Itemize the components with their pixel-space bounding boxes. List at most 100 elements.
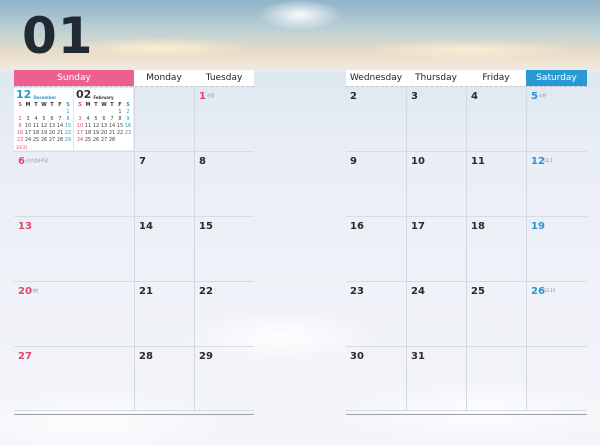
day-cell[interactable]: 12 12.1 (527, 152, 587, 217)
mini-day: 22 (64, 130, 72, 136)
mini-day: 4 (86, 116, 90, 122)
day-cell[interactable]: 16 (346, 217, 406, 282)
mini-day (24, 109, 32, 116)
day-column-monday: 7 14 21 28 (134, 87, 194, 411)
mini-day: 19 (92, 130, 100, 136)
mini-day: 17 (76, 130, 84, 136)
day-column-friday: 4 11 18 25 (466, 87, 526, 411)
left-bottom-rule (14, 414, 254, 415)
mini-day: 5 (42, 116, 46, 122)
day-cell[interactable]: 18 (467, 217, 526, 282)
day-cell[interactable]: 23 (346, 282, 406, 347)
day-cell[interactable]: 30 (346, 347, 406, 411)
day-cell[interactable]: 5 소한 (527, 87, 587, 152)
mini-day (124, 137, 132, 144)
mini-day: 3 (78, 116, 82, 122)
day-cell[interactable]: 12 December S M T W T F S 1 2 3 4 5 6 7 8 9 10 11 12 13 14 15 16… (14, 87, 134, 152)
mini-month-name: December (33, 95, 57, 100)
day-cell[interactable] (527, 347, 587, 411)
day-number: 18 (471, 221, 485, 232)
day-cell[interactable]: 2 (346, 87, 406, 152)
mini-day (84, 144, 92, 151)
mini-day: 29 (64, 137, 72, 143)
mini-day (92, 109, 100, 116)
day-cell[interactable]: 21 (135, 282, 194, 347)
day-cell[interactable]: 11 (467, 152, 526, 217)
mini-weekday: F (58, 102, 62, 108)
day-cell[interactable]: 8 (195, 152, 254, 217)
mini-day (40, 144, 48, 151)
mini-day: 14 (56, 123, 64, 129)
day-cell[interactable]: 25 (467, 282, 526, 347)
mini-day: 9 (126, 116, 130, 122)
mini-day: 6 (102, 116, 106, 122)
day-cell[interactable]: 31 (407, 347, 466, 411)
header-saturday: Saturday (526, 70, 587, 86)
day-cell[interactable] (467, 347, 526, 411)
header-monday: Monday (134, 70, 194, 86)
mini-day (76, 144, 84, 151)
mini-day (92, 144, 100, 151)
mini-day: 28 (108, 137, 116, 143)
mini-day (84, 109, 92, 116)
day-note: 12.1 (544, 158, 553, 163)
day-cell[interactable]: 7 (135, 152, 194, 217)
day-cell[interactable]: 14 (135, 217, 194, 282)
day-cell[interactable]: 29 (195, 347, 254, 411)
day-number: 22 (199, 286, 213, 297)
mini-day: 9 (18, 123, 22, 129)
day-cell[interactable]: 15 (195, 217, 254, 282)
mini-weekday: T (110, 102, 114, 108)
day-cell[interactable]: 9 (346, 152, 406, 217)
day-number: 24 (411, 286, 425, 297)
day-column-wednesday: 2 9 16 23 30 (346, 87, 406, 411)
day-cell[interactable]: 4 (467, 87, 526, 152)
mini-day: 26 (40, 137, 48, 143)
day-cell[interactable]: 19 (527, 217, 587, 282)
day-cell[interactable]: 1 신정 (195, 87, 254, 152)
mini-day: 16 (124, 123, 132, 129)
mini-day (40, 109, 48, 116)
day-number: 10 (411, 156, 425, 167)
mini-weekday: T (94, 102, 98, 108)
mini-day: 2 (18, 116, 22, 122)
mini-day: 21 (56, 130, 64, 136)
day-cell[interactable]: 3 (407, 87, 466, 152)
day-cell[interactable] (135, 87, 194, 152)
left-page: Sunday Monday Tuesday 12 December S M T W T F S 1… (14, 70, 254, 411)
header-friday: Friday (466, 70, 526, 86)
day-cell[interactable]: 20 대한 (14, 282, 134, 347)
mini-month-number: 12 (16, 88, 32, 101)
day-cell[interactable]: 13 (14, 217, 134, 282)
day-cell[interactable]: 10 (407, 152, 466, 217)
mini-day (56, 144, 64, 151)
mini-day: 21 (108, 130, 116, 136)
day-cell[interactable]: 26 12.15 (527, 282, 587, 347)
day-cell[interactable]: 22 (195, 282, 254, 347)
day-number: 9 (350, 156, 357, 167)
mini-day: 13 (100, 123, 108, 129)
day-number: 28 (139, 351, 153, 362)
left-day-grid: 12 December S M T W T F S 1 2 3 4 5 6 7 8 9 10 11 12 13 14 15 16… (14, 87, 254, 411)
day-column-tuesday: 1 신정 8 15 22 29 (194, 87, 254, 411)
mini-day: 7 (58, 116, 62, 122)
mini-weekday: T (34, 102, 38, 108)
day-cell[interactable]: 6 신년감사주일 (14, 152, 134, 217)
day-cell[interactable]: 27 (14, 347, 134, 411)
mini-weekday: F (118, 102, 122, 108)
day-cell[interactable]: 24 (407, 282, 466, 347)
day-number: 16 (350, 221, 364, 232)
day-number: 25 (471, 286, 485, 297)
mini-weekday: W (41, 102, 47, 108)
day-note: 12.15 (544, 288, 556, 293)
day-cell[interactable]: 17 (407, 217, 466, 282)
mini-day (100, 109, 108, 116)
mini-calendar-grid: S M T W T F S 1 2 3 4 5 6 7 8 9 10 11 12 13 14 15 16 17 18 19 20 21… (76, 102, 132, 151)
mini-day: 2 (126, 109, 130, 115)
day-column-saturday: 5 소한 12 12.1 19 26 12.15 (526, 87, 587, 411)
day-note: 신년감사주일 (26, 158, 49, 163)
day-cell[interactable]: 28 (135, 347, 194, 411)
day-number: 2 (350, 91, 357, 102)
day-number: 13 (18, 221, 32, 232)
day-number: 6 (18, 156, 25, 167)
